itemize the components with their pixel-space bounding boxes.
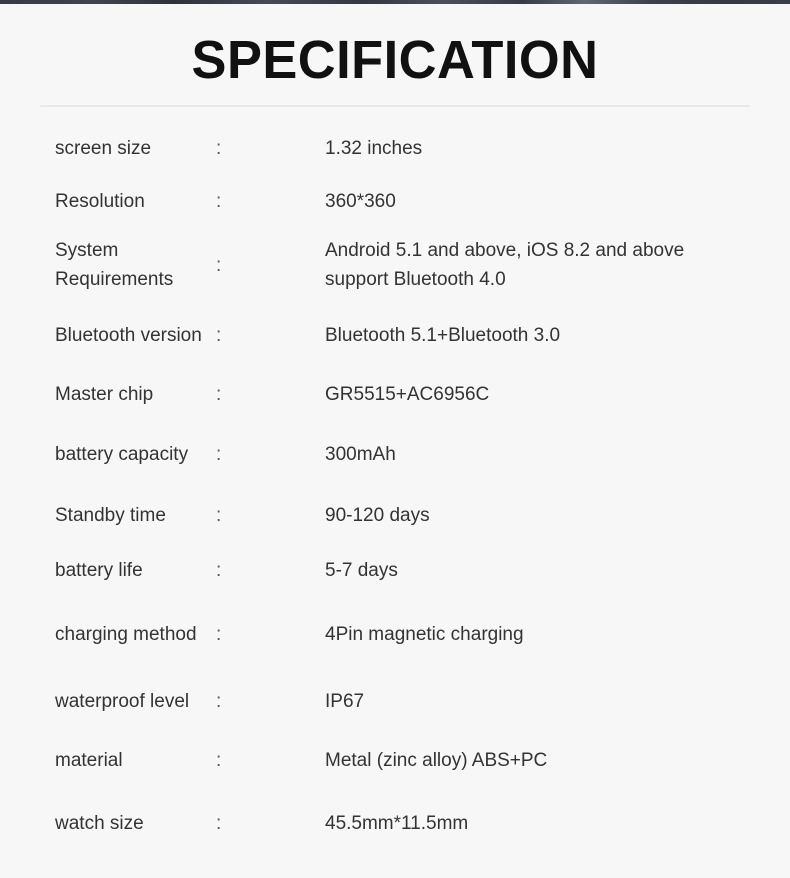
spec-label: charging method (55, 623, 197, 645)
spec-colon: : (216, 504, 222, 526)
spec-label: watch size (55, 812, 144, 834)
table-row: waterproof level : IP67 (0, 670, 790, 732)
table-row: Bluetooth version : Bluetooth 5.1+Blueto… (0, 302, 790, 368)
spec-label: battery life (55, 559, 143, 581)
spec-label: Master chip (55, 383, 154, 405)
spec-colon: : (216, 137, 222, 159)
table-row: screen size : 1.32 inches (0, 122, 790, 174)
table-row: material : Metal (zinc alloy) ABS+PC (0, 732, 790, 788)
title-divider (40, 105, 750, 107)
spec-label: System Requirements (55, 240, 174, 290)
spec-label: screen size (55, 137, 152, 159)
spec-value: 45.5mm*11.5mm (325, 812, 469, 834)
spec-colon: : (216, 559, 222, 581)
table-row: Standby time : 90-120 days (0, 488, 790, 542)
spec-colon: : (216, 749, 222, 771)
spec-value: Android 5.1 and above, iOS 8.2 and above… (325, 240, 685, 290)
spec-colon: : (216, 254, 222, 276)
spec-value: 1.32 inches (325, 137, 423, 159)
spec-colon: : (216, 190, 222, 212)
spec-label: material (55, 749, 123, 771)
table-row: Resolution : 360*360 (0, 174, 790, 228)
table-row: System Requirements : Android 5.1 and ab… (0, 228, 790, 302)
spec-value: 5-7 days (325, 559, 398, 581)
specification-table: screen size : 1.32 inches Resolution : 3… (0, 122, 790, 858)
spec-label: Resolution (55, 190, 145, 212)
spec-value: 90-120 days (325, 504, 430, 526)
spec-colon: : (216, 443, 222, 465)
spec-colon: : (216, 690, 222, 712)
table-row: charging method : 4Pin magnetic charging (0, 598, 790, 670)
table-row: battery capacity : 300mAh (0, 420, 790, 488)
spec-colon: : (216, 812, 222, 834)
spec-label: waterproof level (55, 690, 190, 712)
spec-label: Standby time (55, 504, 166, 526)
spec-value: Metal (zinc alloy) ABS+PC (325, 749, 548, 771)
spec-colon: : (216, 324, 222, 346)
spec-value: 4Pin magnetic charging (325, 623, 524, 645)
spec-colon: : (216, 623, 222, 645)
spec-label: Bluetooth version (55, 324, 202, 346)
spec-label: battery capacity (55, 443, 189, 465)
spec-value: 300mAh (325, 443, 396, 465)
spec-value: Bluetooth 5.1+Bluetooth 3.0 (325, 324, 561, 346)
spec-value: GR5515+AC6956C (325, 383, 490, 405)
spec-colon: : (216, 383, 222, 405)
spec-value: IP67 (325, 690, 365, 712)
specification-page: SPECIFICATION screen size : 1.32 inches … (0, 4, 790, 878)
spec-value: 360*360 (325, 190, 396, 212)
table-row: Master chip : GR5515+AC6956C (0, 368, 790, 420)
page-title: SPECIFICATION (191, 30, 599, 90)
table-row: watch size : 45.5mm*11.5mm (0, 788, 790, 858)
table-row: battery life : 5-7 days (0, 542, 790, 598)
